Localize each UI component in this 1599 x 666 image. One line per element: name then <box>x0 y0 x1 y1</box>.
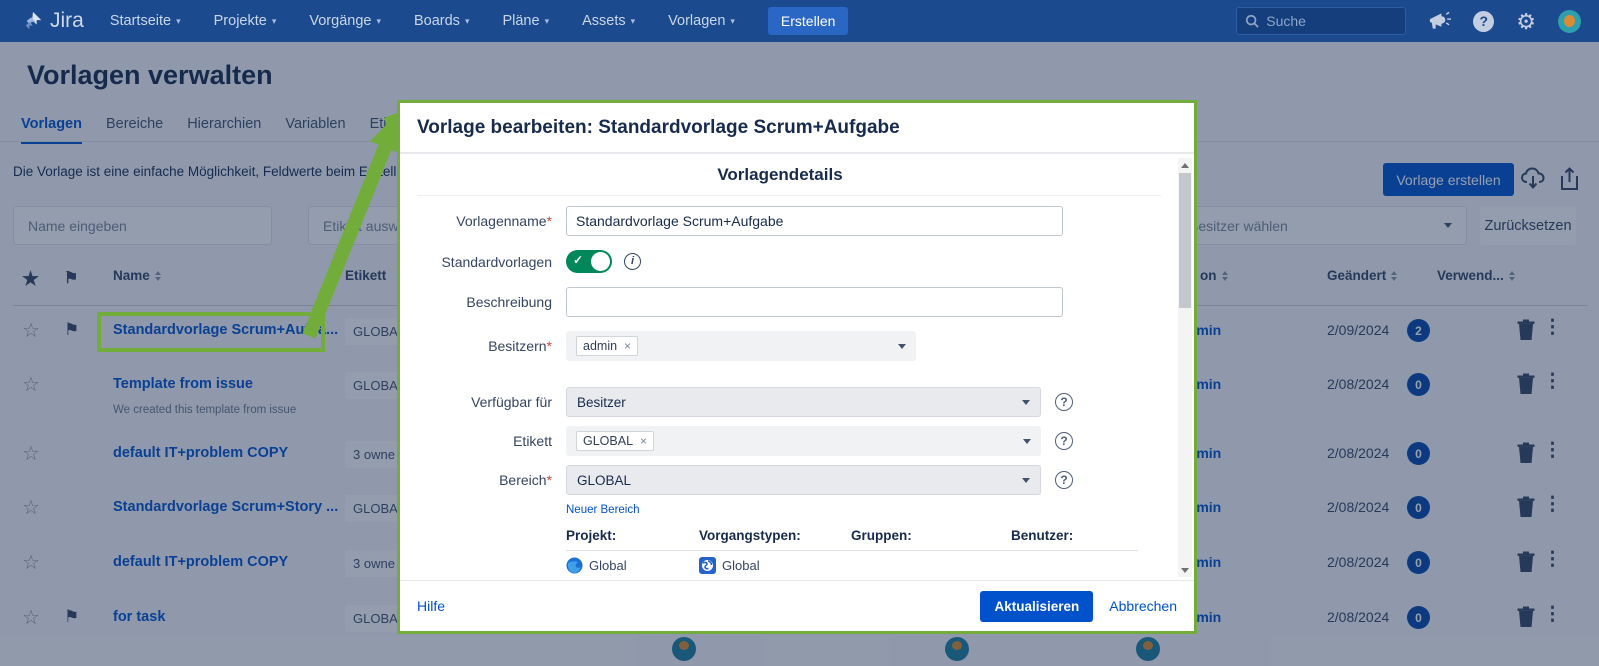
cancel-button[interactable]: Abbrechen <box>1109 598 1177 614</box>
grant-header-vorgangstypen: Vorgangstypen: <box>699 528 851 543</box>
besitzern-select[interactable]: admin× <box>566 331 916 361</box>
jira-logo-icon <box>22 10 44 32</box>
search-input[interactable] <box>1266 13 1386 29</box>
scroll-up-arrow[interactable] <box>1178 158 1192 172</box>
help-question-icon[interactable]: ? <box>1055 393 1073 411</box>
scrollbar-thumb[interactable] <box>1179 173 1191 308</box>
annotation-highlight-rect <box>97 312 325 352</box>
nav-item-projekte[interactable]: Projekte▾ <box>214 13 277 29</box>
modal-header: Vorlage bearbeiten: Standardvorlage Scru… <box>400 103 1194 154</box>
standardvorlagen-toggle[interactable]: ✓ <box>566 250 612 273</box>
chevron-down-icon: ▾ <box>545 16 550 27</box>
section-divider <box>417 195 1161 196</box>
chevron-down-icon <box>898 344 906 349</box>
etikett-select[interactable]: GLOBAL× <box>566 426 1041 456</box>
bereich-select[interactable]: GLOBAL <box>566 465 1041 495</box>
field-label-etikett: Etikett <box>400 433 552 449</box>
nav-item-plaene[interactable]: Pläne▾ <box>502 13 549 29</box>
field-label-bereich: Bereich* <box>400 472 552 488</box>
section-title: Vorlagendetails <box>400 156 1160 185</box>
help-link[interactable]: Hilfe <box>417 598 445 614</box>
update-button[interactable]: Aktualisieren <box>980 591 1093 622</box>
remove-chip-icon[interactable]: × <box>624 339 631 353</box>
nav-item-assets[interactable]: Assets▾ <box>582 13 635 29</box>
edit-template-modal: Vorlage bearbeiten: Standardvorlage Scru… <box>397 100 1197 634</box>
chevron-down-icon: ▾ <box>465 16 470 27</box>
help-icon[interactable]: ? <box>1473 11 1494 32</box>
modal-title: Vorlage bearbeiten: Standardvorlage Scru… <box>417 117 900 139</box>
nav-item-vorlagen[interactable]: Vorlagen▾ <box>668 13 735 29</box>
field-label-verfuegbar: Verfügbar für <box>400 394 552 410</box>
neuer-bereich-link[interactable]: Neuer Bereich <box>566 504 640 516</box>
info-icon[interactable]: i <box>624 253 641 270</box>
jira-logo[interactable]: Jira <box>22 9 84 33</box>
grant-header-gruppen: Gruppen: <box>851 528 1011 543</box>
grant-header-projekt: Projekt: <box>566 528 699 543</box>
nav-item-boards[interactable]: Boards▾ <box>414 13 469 29</box>
global-issuetype-icon <box>699 557 716 574</box>
field-label-standardvorlagen: Standardvorlagen <box>400 254 552 270</box>
verfuegbar-select[interactable]: Besitzer <box>566 387 1041 417</box>
settings-gear-icon[interactable]: ⚙ <box>1516 11 1536 32</box>
chevron-down-icon: ▾ <box>272 16 277 27</box>
chevron-down-icon <box>1022 400 1030 405</box>
beschreibung-input[interactable] <box>566 287 1063 317</box>
chevron-down-icon <box>1023 439 1031 444</box>
chevron-down-icon: ▾ <box>730 16 735 27</box>
user-avatar[interactable] <box>1558 10 1581 33</box>
help-question-icon[interactable]: ? <box>1055 471 1073 489</box>
create-button[interactable]: Erstellen <box>768 7 848 35</box>
scope-grant-table: Projekt: Vorgangstypen: Gruppen: Benutze… <box>566 528 1138 579</box>
nav-item-vorgaenge[interactable]: Vorgänge▾ <box>309 13 381 29</box>
help-question-icon[interactable]: ? <box>1055 432 1073 450</box>
field-label-vorlagenname: Vorlagenname* <box>400 213 552 229</box>
modal-scrollbar[interactable] <box>1178 158 1192 577</box>
search-icon <box>1245 14 1259 28</box>
grant-row: Global Global <box>566 550 1138 579</box>
scroll-down-arrow[interactable] <box>1178 563 1192 577</box>
field-label-beschreibung: Beschreibung <box>400 294 552 310</box>
global-search[interactable] <box>1236 7 1406 35</box>
owner-chip: admin× <box>576 336 638 356</box>
chevron-down-icon: ▾ <box>631 16 636 27</box>
nav-item-startseite[interactable]: Startseite▾ <box>110 13 181 29</box>
modal-footer: Hilfe Aktualisieren Abbrechen <box>400 580 1194 631</box>
grant-header-benutzer: Benutzer: <box>1011 528 1138 543</box>
chevron-down-icon: ▾ <box>176 16 181 27</box>
top-navbar: Jira Startseite▾ Projekte▾ Vorgänge▾ Boa… <box>0 0 1599 42</box>
remove-chip-icon[interactable]: × <box>640 434 647 448</box>
announcement-icon[interactable] <box>1428 11 1451 31</box>
chevron-down-icon: ▾ <box>376 16 381 27</box>
field-label-besitzern: Besitzern* <box>400 338 552 354</box>
vorlagenname-input[interactable] <box>566 206 1063 236</box>
check-icon: ✓ <box>573 253 583 267</box>
globe-icon <box>566 557 583 574</box>
chevron-down-icon <box>1022 478 1030 483</box>
etikett-chip: GLOBAL× <box>576 431 654 451</box>
modal-body: Vorlagendetails Vorlagenname* Standardvo… <box>400 156 1194 579</box>
